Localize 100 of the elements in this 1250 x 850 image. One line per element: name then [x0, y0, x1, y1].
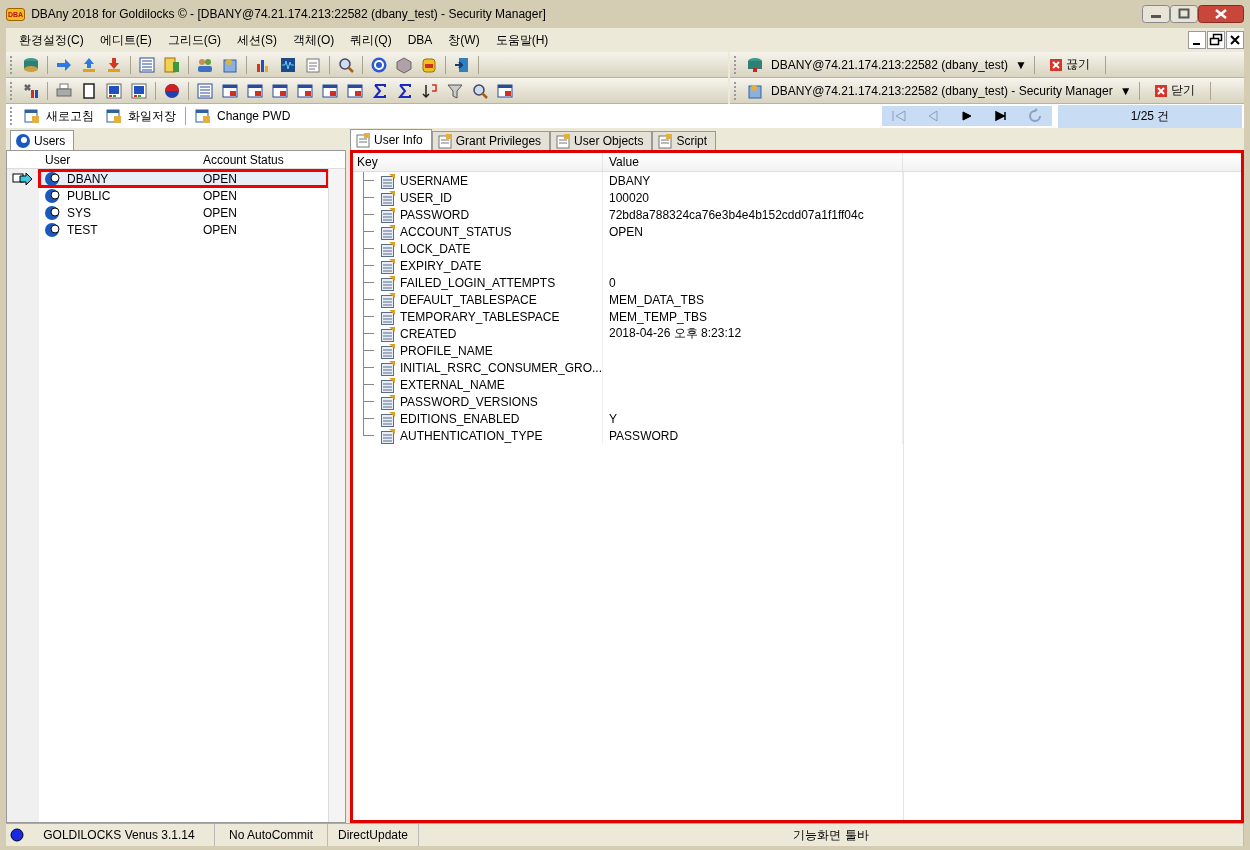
tab[interactable]: User Info — [350, 129, 432, 150]
change-password-button[interactable]: Change PWD — [192, 108, 294, 124]
property-value: DBANY — [609, 173, 651, 188]
property-key: CREATED — [400, 326, 457, 341]
property-icon — [380, 376, 396, 393]
user-name: TEST — [67, 222, 98, 237]
property-key: DEFAULT_TABLESPACE — [400, 292, 537, 307]
property-icon — [380, 240, 396, 257]
user-icon — [15, 132, 31, 149]
menu-item[interactable]: 에디트(E) — [94, 31, 163, 49]
close-button[interactable] — [1226, 31, 1244, 49]
list-icon[interactable] — [196, 81, 214, 100]
sigma-icon[interactable] — [371, 81, 389, 100]
maximize-button[interactable] — [1170, 5, 1198, 23]
filter-icon[interactable] — [446, 81, 464, 100]
property-icon — [380, 206, 396, 223]
sigma-icon[interactable] — [396, 81, 414, 100]
table-icon[interactable] — [346, 81, 364, 100]
page-icon[interactable] — [80, 81, 98, 100]
door-icon[interactable] — [453, 55, 471, 74]
user-row[interactable]: TEST OPEN — [39, 221, 328, 238]
property-key: FAILED_LOGIN_ATTEMPTS — [400, 275, 556, 290]
property-icon — [380, 223, 396, 240]
table-icon[interactable] — [296, 81, 314, 100]
table-icon[interactable] — [496, 81, 514, 100]
window-icon — [24, 108, 40, 124]
users-tab[interactable]: Users — [10, 130, 75, 150]
column-header[interactable]: Account Status — [199, 152, 345, 167]
column-header[interactable]: Value — [603, 153, 903, 171]
save-file-button[interactable]: 화일저장 — [103, 107, 179, 125]
disconnect-button[interactable]: 끊기 — [1041, 56, 1098, 73]
property-key: ACCOUNT_STATUS — [400, 224, 512, 239]
magnifier-icon[interactable] — [337, 55, 355, 74]
database-icon[interactable] — [22, 55, 40, 74]
property-icon — [380, 308, 396, 325]
minimize-button[interactable] — [1188, 31, 1206, 49]
document-icon — [355, 132, 371, 148]
printer-icon[interactable] — [55, 81, 73, 100]
download-icon[interactable] — [105, 55, 123, 74]
table-icon[interactable] — [221, 81, 239, 100]
user-row[interactable]: PUBLIC OPEN — [39, 187, 328, 204]
magnifier-icon[interactable] — [471, 81, 489, 100]
connection-status-icon — [10, 828, 24, 842]
window-label: DBANY@74.21.174.213:22582 (dbany_test) - Security Manager — [771, 83, 1113, 98]
menu-item[interactable]: 쿼리(Q) — [345, 31, 403, 49]
property-value: MEM_TEMP_TBS — [609, 309, 707, 324]
sort-icon[interactable] — [421, 81, 439, 100]
property-key: AUTHENTICATION_TYPE — [400, 428, 543, 443]
user-row[interactable]: SYS OPEN — [39, 204, 328, 221]
user-icon — [45, 170, 61, 187]
window-icon — [106, 108, 122, 124]
property-value: 2018-04-26 오후 8:23:12 — [609, 325, 742, 342]
account-status: OPEN — [202, 171, 238, 186]
user-row[interactable]: DBANY OPEN — [39, 170, 328, 187]
list-icon[interactable] — [138, 55, 156, 74]
property-key: LOCK_DATE — [400, 241, 471, 256]
waveform-icon[interactable] — [279, 55, 297, 74]
table-icon[interactable] — [271, 81, 289, 100]
spreadsheet-icon[interactable] — [163, 55, 181, 74]
menu-item[interactable]: 창(W) — [443, 31, 491, 49]
menu-item[interactable]: 도움말(H) — [490, 31, 560, 49]
tab[interactable]: User Objects — [550, 131, 653, 150]
dropdown-arrow[interactable]: ▼ — [1015, 57, 1027, 72]
property-icon — [380, 393, 396, 410]
property-value: 0 — [609, 275, 616, 290]
menu-item[interactable]: 환경설정(C) — [14, 31, 95, 49]
dropdown-arrow[interactable]: ▼ — [1119, 83, 1132, 98]
property-value: Y — [609, 411, 617, 426]
property-icon — [380, 291, 396, 308]
table-icon[interactable] — [246, 81, 264, 100]
account-status: OPEN — [202, 205, 238, 220]
table-icon[interactable] — [321, 81, 339, 100]
property-key: TEMPORARY_TABLESPACE — [400, 309, 560, 324]
property-key: PASSWORD_VERSIONS — [400, 394, 538, 409]
menu-item[interactable]: DBA — [402, 33, 444, 47]
window-icon — [195, 108, 211, 124]
refresh-button[interactable]: 새로고침 — [21, 107, 97, 125]
property-icon — [380, 172, 396, 189]
close-icon — [1049, 58, 1062, 71]
account-status: OPEN — [202, 188, 238, 203]
status-text: GOLDILOCKS Venus 3.1.14 — [24, 824, 215, 846]
menu-item[interactable]: 그리드(G) — [162, 31, 232, 49]
tab[interactable]: Grant Privileges — [431, 131, 551, 150]
property-icon — [380, 359, 396, 376]
menu-item[interactable]: 세션(S) — [232, 31, 288, 49]
restore-button[interactable] — [1207, 31, 1225, 49]
circle-icon[interactable] — [163, 81, 181, 100]
connection-label: DBANY@74.21.174.213:22582 (dbany_test) — [771, 57, 1008, 72]
property-value: OPEN — [609, 224, 643, 239]
close-icon — [1154, 84, 1167, 97]
window-title: DBAny 2018 for Goldilocks © - [DBANY@74.21.174.213:22582 (dbany_test) - Security Manager] — [31, 7, 546, 21]
close-button[interactable] — [1198, 5, 1244, 23]
close-window-button[interactable]: 닫기 — [1146, 82, 1203, 99]
column-header[interactable]: Key — [353, 153, 603, 171]
column-header[interactable]: User — [39, 152, 199, 167]
tab[interactable]: Script — [652, 131, 717, 150]
record-counter: 1/25 건 — [1058, 104, 1242, 128]
property-key: EDITIONS_ENABLED — [400, 411, 520, 426]
menu-item[interactable]: 객체(O) — [288, 31, 346, 49]
status-text: DirectUpdate — [328, 824, 419, 846]
